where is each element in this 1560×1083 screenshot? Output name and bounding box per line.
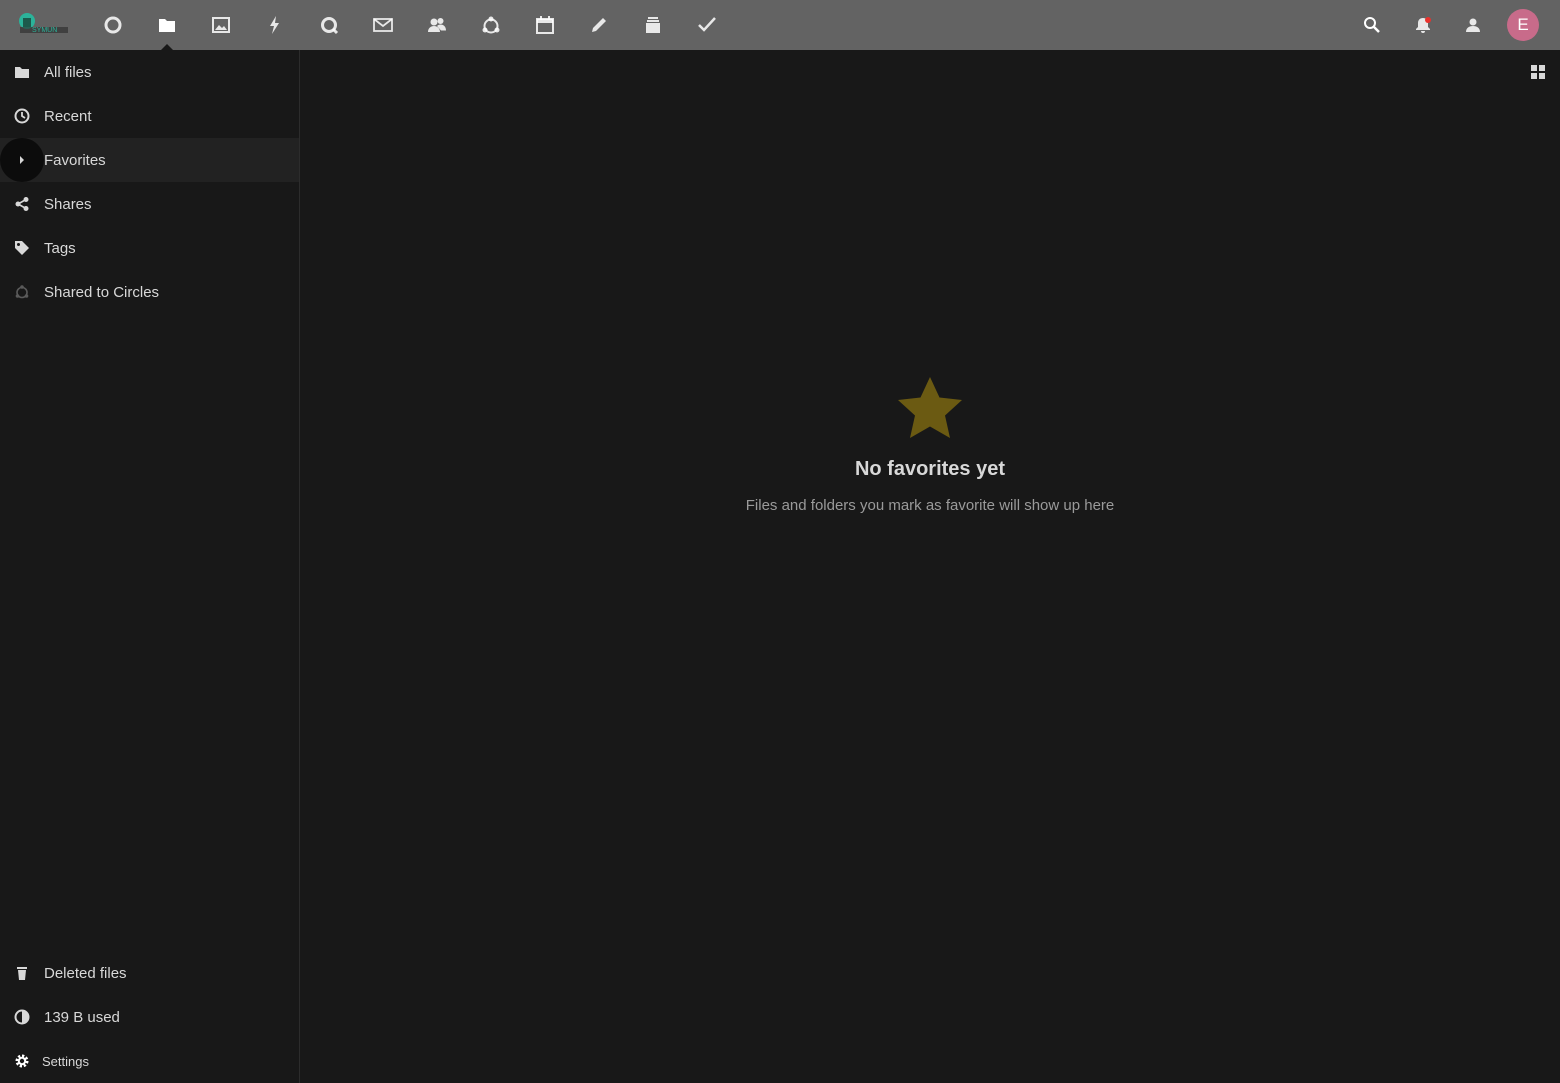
nav-tags[interactable]: Tags: [0, 226, 299, 270]
empty-content: No favorites yet Files and folders you m…: [300, 376, 1560, 514]
circles-icon: [0, 270, 44, 314]
notification-dot: [1425, 17, 1431, 23]
notifications-bell-icon[interactable]: [1401, 0, 1445, 50]
talk-icon[interactable]: [302, 0, 356, 50]
nav-label: Tags: [44, 239, 76, 257]
nav-label: Shared to Circles: [44, 283, 160, 301]
photos-icon[interactable]: [194, 0, 248, 50]
settings-label: Settings: [42, 1053, 89, 1069]
nav-label: All files: [44, 63, 92, 81]
nav-settings[interactable]: Settings: [0, 1039, 299, 1083]
logo[interactable]: SYMUN: [14, 12, 70, 38]
trash-icon: [0, 951, 44, 995]
quota-indicator: 139 B used: [0, 995, 299, 1039]
dashboard-icon[interactable]: [86, 0, 140, 50]
nav-favorites[interactable]: Favorites: [0, 138, 299, 182]
activity-icon[interactable]: [248, 0, 302, 50]
files-icon[interactable]: [140, 0, 194, 50]
grid-icon: [1531, 65, 1545, 79]
share-icon: [0, 182, 44, 226]
nav-shares[interactable]: Shares: [0, 182, 299, 226]
quota-pie-icon: [0, 995, 44, 1039]
nav-label: Recent: [44, 107, 92, 125]
nav-shared-to-circles[interactable]: Shared to Circles: [0, 270, 299, 314]
folder-icon: [0, 50, 44, 94]
svg-text:SYMUN: SYMUN: [32, 27, 57, 34]
top-header: SYMUN E: [0, 0, 1560, 50]
deck-icon[interactable]: [626, 0, 680, 50]
mail-icon[interactable]: [356, 0, 410, 50]
notes-icon[interactable]: [572, 0, 626, 50]
circles-icon[interactable]: [464, 0, 518, 50]
nav-label: Shares: [44, 195, 92, 213]
tag-icon: [0, 226, 44, 270]
quota-label: 139 B used: [44, 1008, 120, 1026]
nav-label: Deleted files: [44, 964, 127, 982]
star-icon: [898, 377, 962, 438]
nav-label: Favorites: [44, 151, 106, 169]
app-content: No favorites yet Files and folders you m…: [300, 50, 1560, 1083]
clock-icon: [0, 94, 44, 138]
app-navigation: All files Recent Favorites Shares Tags S…: [0, 50, 300, 1083]
chevron-right-icon[interactable]: [0, 138, 44, 182]
contacts-menu-icon[interactable]: [1451, 0, 1495, 50]
search-icon[interactable]: [1350, 0, 1394, 50]
nav-deleted-files[interactable]: Deleted files: [0, 951, 299, 995]
nav-recent[interactable]: Recent: [0, 94, 299, 138]
empty-description: Files and folders you mark as favorite w…: [745, 497, 1115, 514]
grid-view-toggle[interactable]: [1522, 56, 1554, 88]
tasks-icon[interactable]: [680, 0, 734, 50]
calendar-icon[interactable]: [518, 0, 572, 50]
nav-all-files[interactable]: All files: [0, 50, 299, 94]
empty-title: No favorites yet: [854, 458, 1006, 480]
gear-icon: [0, 1039, 44, 1083]
contacts-icon[interactable]: [410, 0, 464, 50]
user-avatar[interactable]: E: [1507, 9, 1539, 41]
